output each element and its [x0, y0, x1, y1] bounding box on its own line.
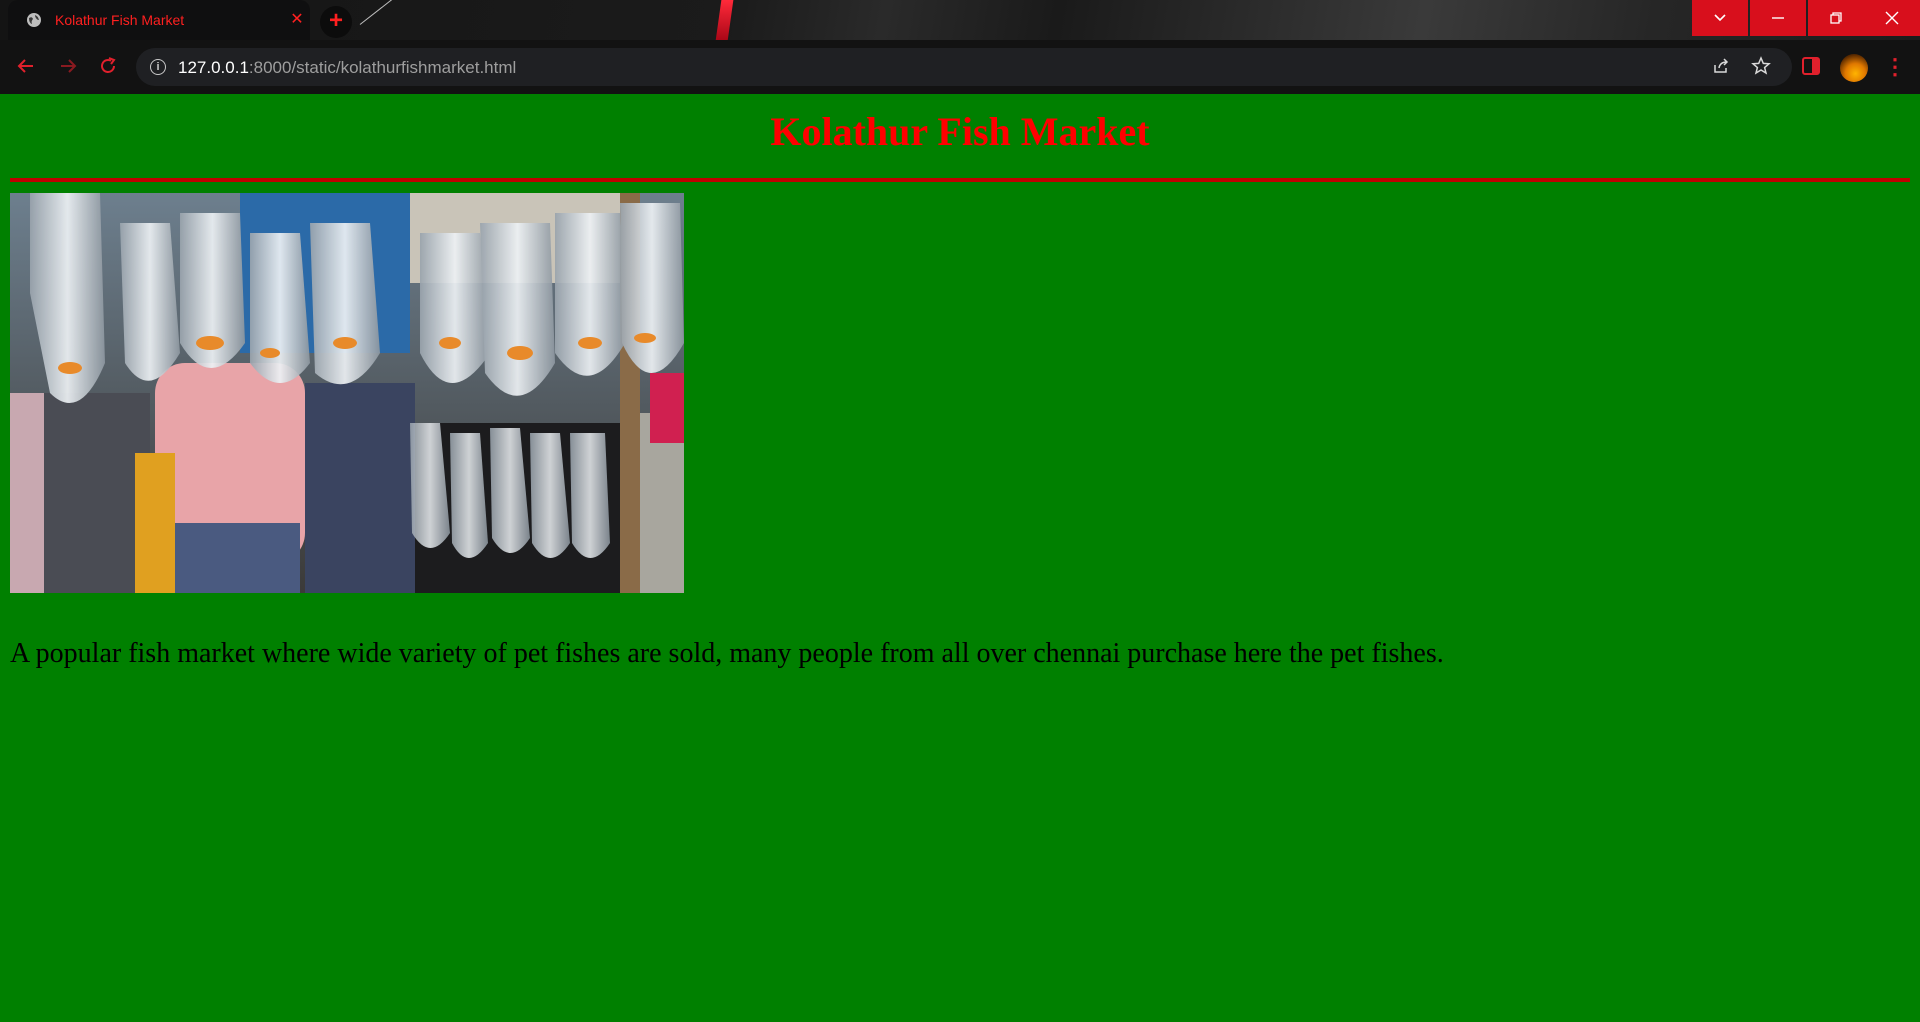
close-window-button[interactable]	[1864, 0, 1920, 36]
restore-icon	[1830, 12, 1842, 24]
new-tab-button[interactable]: +	[320, 6, 352, 38]
browser-toolbar: i 127.0.0.1:8000/static/kolathurfishmark…	[0, 40, 1920, 94]
star-icon[interactable]	[1750, 56, 1772, 78]
forward-button[interactable]	[56, 56, 80, 80]
close-icon	[1885, 11, 1899, 25]
info-icon[interactable]: i	[150, 59, 166, 75]
url-text[interactable]: 127.0.0.1:8000/static/kolathurfishmarket…	[178, 58, 516, 78]
fish-market-photo	[10, 193, 684, 593]
more-vertical-icon[interactable]: ⋮	[1884, 54, 1906, 80]
page-content: Kolathur Fish Market A popular fish mark…	[0, 94, 1920, 1022]
url-path: :8000/static/kolathurfishmarket.html	[248, 58, 517, 77]
url-host: 127.0.0.1	[178, 58, 249, 77]
restore-button[interactable]	[1808, 0, 1864, 36]
page-title: Kolathur Fish Market	[770, 109, 1150, 154]
chevron-down-icon	[1714, 14, 1726, 21]
tab-active[interactable]: Kolathur Fish Market ✕	[8, 0, 310, 40]
address-bar[interactable]: i 127.0.0.1:8000/static/kolathurfishmark…	[136, 48, 1792, 86]
forward-arrow-icon	[61, 59, 77, 73]
decorative-line	[359, 0, 432, 25]
side-panel-icon[interactable]	[1800, 55, 1824, 79]
reload-button[interactable]	[96, 56, 120, 80]
horizontal-rule	[10, 178, 1910, 182]
tab-search-button[interactable]	[1692, 0, 1748, 36]
back-button[interactable]	[14, 56, 38, 80]
back-arrow-icon	[17, 59, 33, 73]
share-icon[interactable]	[1710, 56, 1732, 78]
close-icon[interactable]: ✕	[288, 11, 306, 29]
globe-icon	[26, 12, 42, 28]
page-description: A popular fish market where wide variety…	[10, 638, 1444, 669]
avatar[interactable]	[1840, 54, 1868, 82]
minimize-button[interactable]	[1750, 0, 1806, 36]
reload-icon	[101, 57, 116, 73]
minimize-icon	[1772, 17, 1784, 19]
plus-icon: +	[328, 7, 343, 34]
tab-title: Kolathur Fish Market	[55, 12, 185, 28]
